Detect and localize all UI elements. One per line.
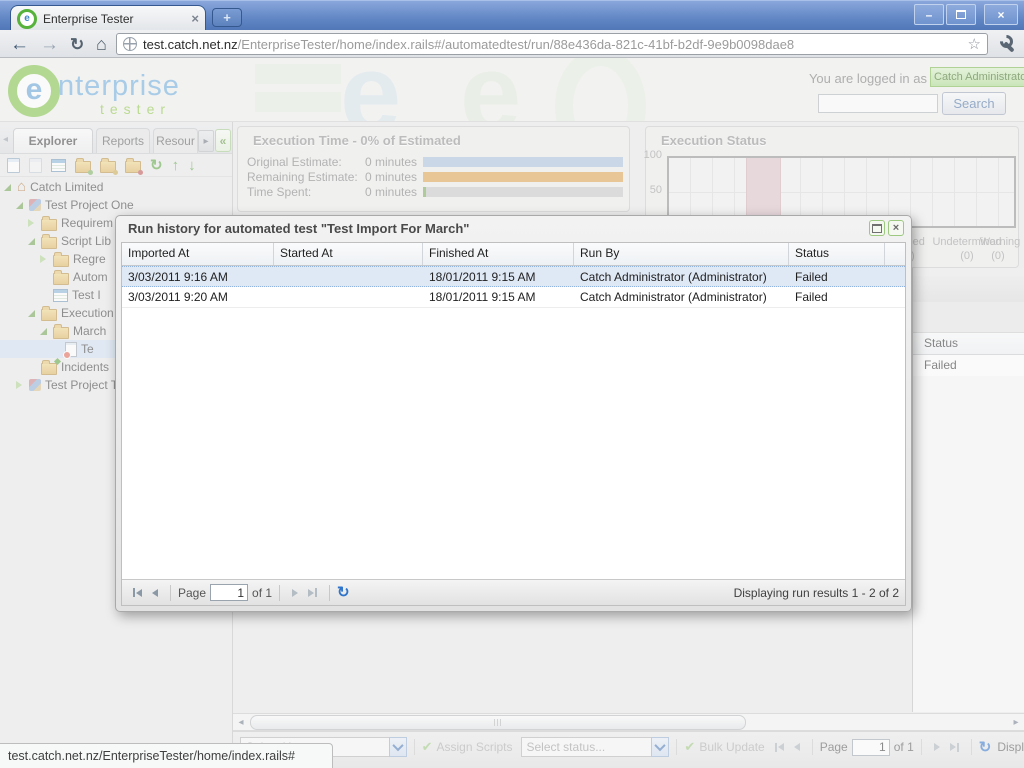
app-favicon-icon: e [17,9,37,29]
window-controls: – × [914,4,1018,25]
url-path: /EnterpriseTester/home/index.rails#/auto… [238,37,794,52]
modal-tools: × [869,220,904,236]
pager-refresh-icon[interactable]: ↻ [337,585,350,600]
column-header-imported-at[interactable]: Imported At [122,243,274,265]
reload-icon[interactable]: ↻ [70,35,84,55]
screen: e Enterprise Tester × + – × ← → ↻ ⌂ test… [0,0,1024,768]
column-header-status[interactable]: Status [789,243,885,265]
toolbar-separator [279,585,280,601]
column-header-finished-at[interactable]: Finished At [423,243,574,265]
cell-started-at [274,267,423,286]
next-page-button[interactable] [292,589,298,597]
browser-tab[interactable]: e Enterprise Tester × [10,5,206,31]
modal-title: Run history for automated test "Test Imp… [128,221,469,236]
cell-finished-at: 18/01/2011 9:15 AM [423,287,574,307]
bookmark-star-icon[interactable]: ☆ [968,35,981,53]
status-tooltip: test.catch.net.nz/EnterpriseTester/home/… [0,743,333,768]
header-scrollbar-spacer [885,243,907,265]
page-label: Page [178,586,206,600]
grid-header: Imported At Started At Finished At Run B… [122,243,905,266]
run-row-selected[interactable]: 3/03/2011 9:16 AM 18/01/2011 9:15 AM Cat… [122,266,905,287]
cell-status: Failed [789,267,885,286]
restore-icon [956,10,966,19]
modal-restore-button[interactable] [869,220,885,236]
window-close-button[interactable]: × [984,4,1018,25]
prev-page-button[interactable] [152,589,158,597]
pager-summary: Displaying run results 1 - 2 of 2 [734,586,899,600]
browser-home-icon[interactable]: ⌂ [96,34,107,55]
browser-titlebar: e Enterprise Tester × + – × [0,0,1024,30]
window-restore-button[interactable] [946,4,976,25]
first-page-button[interactable] [133,588,142,597]
run-row[interactable]: 3/03/2011 9:20 AM 18/01/2011 9:15 AM Cat… [122,287,905,308]
back-icon[interactable]: ← [10,34,29,56]
url-domain: test.catch.net.nz [143,37,238,52]
last-page-button[interactable] [308,588,317,597]
page-number-input[interactable] [210,584,248,601]
cell-imported-at: 3/03/2011 9:20 AM [122,287,274,307]
column-header-run-by[interactable]: Run By [574,243,789,265]
forward-icon[interactable]: → [40,34,59,56]
url-bar[interactable]: test.catch.net.nz/EnterpriseTester/home/… [116,33,988,55]
restore-icon [872,224,882,233]
tab-title: Enterprise Tester [43,12,185,26]
cell-run-by: Catch Administrator (Administrator) [574,267,789,286]
globe-icon [123,37,137,51]
toolbar-separator [170,585,171,601]
cell-run-by: Catch Administrator (Administrator) [574,287,789,307]
new-tab-button[interactable]: + [212,8,242,27]
window-minimize-button[interactable]: – [914,4,944,25]
cell-imported-at: 3/03/2011 9:16 AM [122,267,274,286]
run-history-modal: Run history for automated test "Test Imp… [115,215,912,612]
cell-finished-at: 18/01/2011 9:15 AM [423,267,574,286]
url-text[interactable]: test.catch.net.nz/EnterpriseTester/home/… [143,37,962,52]
cell-status: Failed [789,287,885,307]
page-of-label: of 1 [252,586,272,600]
tab-close-icon[interactable]: × [191,11,199,26]
cell-started-at [274,287,423,307]
modal-pager: Page of 1 ↻ Displaying run results 1 - 2… [122,579,905,605]
column-header-started-at[interactable]: Started At [274,243,423,265]
wrench-icon[interactable] [1000,36,1018,54]
modal-body: Imported At Started At Finished At Run B… [121,242,906,606]
modal-close-button[interactable]: × [888,220,904,236]
toolbar-separator [329,585,330,601]
